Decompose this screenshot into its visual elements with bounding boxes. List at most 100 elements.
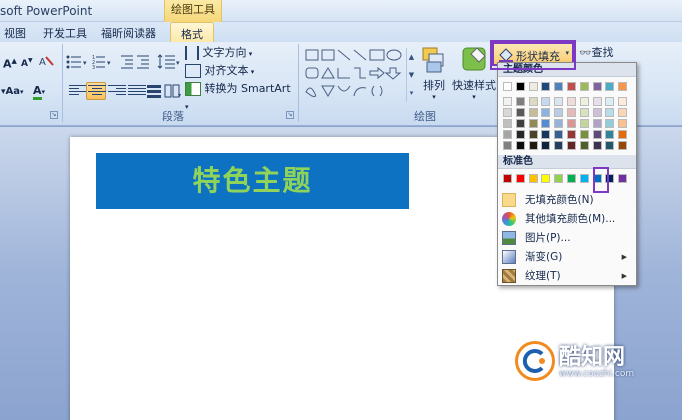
theme-shade-swatch[interactable] xyxy=(579,97,589,106)
columns-button[interactable]: ▾ xyxy=(162,82,184,100)
theme-shade-swatch[interactable] xyxy=(567,119,576,128)
font-dialog-launcher[interactable]: ↘ xyxy=(50,111,58,119)
convert-smartart-button[interactable]: 转换为 SmartArt ▾ xyxy=(184,80,296,111)
theme-shade-swatch[interactable] xyxy=(605,130,615,139)
bullets-button[interactable]: ▾ 1 2 3 ▾ xyxy=(64,52,116,71)
theme-shade-swatch[interactable] xyxy=(618,130,628,139)
theme-shade-swatch[interactable] xyxy=(515,97,525,106)
scroll-down-icon[interactable]: ▼ xyxy=(407,66,416,84)
align-right-button[interactable] xyxy=(106,82,126,100)
theme-shade-swatch[interactable] xyxy=(579,119,589,128)
theme-shade-swatch[interactable] xyxy=(605,108,615,117)
theme-shade-swatch[interactable] xyxy=(503,108,512,117)
theme-shade-swatch[interactable] xyxy=(528,108,538,117)
clear-format-button[interactable]: A xyxy=(37,52,57,70)
shrink-font-button[interactable]: A▼ xyxy=(20,52,36,70)
theme-shade-swatch[interactable] xyxy=(503,141,512,150)
standard-color-swatch[interactable] xyxy=(541,174,551,183)
theme-shade-swatch[interactable] xyxy=(503,97,512,106)
theme-shade-swatch[interactable] xyxy=(592,141,602,150)
standard-color-swatch[interactable] xyxy=(528,174,538,183)
picture-fill-item[interactable]: 图片(P)... xyxy=(499,229,635,247)
theme-color-swatch[interactable] xyxy=(567,82,576,91)
theme-shade-swatch[interactable] xyxy=(541,130,551,139)
theme-shade-swatch[interactable] xyxy=(515,119,525,128)
theme-shade-swatch[interactable] xyxy=(541,141,551,150)
theme-shade-swatch[interactable] xyxy=(618,141,628,150)
theme-shade-swatch[interactable] xyxy=(579,130,589,139)
theme-shade-swatch[interactable] xyxy=(515,130,525,139)
theme-shade-swatch[interactable] xyxy=(618,119,628,128)
standard-color-swatch[interactable] xyxy=(567,174,576,183)
no-fill-item[interactable]: 无填充颜色(N) xyxy=(499,191,635,209)
texture-fill-item[interactable]: 纹理(T) ▶ xyxy=(499,267,635,285)
text-direction-button[interactable]: 文字方向 ▾ xyxy=(184,44,258,62)
scroll-up-icon[interactable]: ▲ xyxy=(407,48,416,66)
paragraph-dialog-launcher[interactable]: ↘ xyxy=(286,111,294,119)
theme-color-swatch[interactable] xyxy=(541,82,551,91)
standard-color-swatch[interactable] xyxy=(579,174,589,183)
theme-color-swatch[interactable] xyxy=(515,82,525,91)
theme-shade-swatch[interactable] xyxy=(528,119,538,128)
standard-color-swatch[interactable] xyxy=(515,174,525,183)
tab-view[interactable]: 视图 xyxy=(4,25,26,41)
theme-shade-swatch[interactable] xyxy=(579,108,589,117)
theme-shade-swatch[interactable] xyxy=(541,97,551,106)
theme-shade-swatch[interactable] xyxy=(541,119,551,128)
gallery-more-icon[interactable]: ▾ xyxy=(407,84,416,102)
theme-shade-swatch[interactable] xyxy=(554,97,564,106)
theme-shade-swatch[interactable] xyxy=(605,97,615,106)
theme-shade-swatch[interactable] xyxy=(554,141,564,150)
theme-color-swatch[interactable] xyxy=(579,82,589,91)
align-left-button[interactable] xyxy=(66,82,87,100)
theme-shade-swatch[interactable] xyxy=(528,141,538,150)
grow-font-button[interactable]: A▲ xyxy=(2,52,20,71)
indent-buttons[interactable] xyxy=(118,52,154,70)
theme-shade-swatch[interactable] xyxy=(592,119,602,128)
shapes-gallery[interactable] xyxy=(304,48,404,102)
theme-color-swatch[interactable] xyxy=(592,82,602,91)
theme-color-swatch[interactable] xyxy=(605,82,615,91)
align-center-button[interactable] xyxy=(86,82,106,100)
change-case-button[interactable]: ▾Aa▾ xyxy=(0,82,30,100)
theme-shade-swatch[interactable] xyxy=(592,108,602,117)
theme-shade-swatch[interactable] xyxy=(567,97,576,106)
theme-shade-swatch[interactable] xyxy=(567,108,576,117)
theme-shade-swatch[interactable] xyxy=(554,130,564,139)
theme-shade-swatch[interactable] xyxy=(503,119,512,128)
theme-color-swatch[interactable] xyxy=(528,82,538,91)
tab-foxit-reader[interactable]: 福昕阅读器 xyxy=(101,25,156,41)
theme-shade-swatch[interactable] xyxy=(592,130,602,139)
theme-shade-swatch[interactable] xyxy=(605,119,615,128)
theme-shade-swatch[interactable] xyxy=(541,108,551,117)
theme-shade-swatch[interactable] xyxy=(592,97,602,106)
theme-shade-swatch[interactable] xyxy=(554,119,564,128)
theme-color-swatch[interactable] xyxy=(503,82,512,91)
theme-color-swatch[interactable] xyxy=(554,82,564,91)
theme-shade-swatch[interactable] xyxy=(567,130,576,139)
line-spacing-button[interactable]: ▾ xyxy=(156,52,182,70)
justify-button[interactable] xyxy=(126,82,146,100)
find-button[interactable]: 👓查找 xyxy=(578,44,622,62)
theme-shade-swatch[interactable] xyxy=(528,97,538,106)
theme-shade-swatch[interactable] xyxy=(515,108,525,117)
theme-shade-swatch[interactable] xyxy=(528,130,538,139)
arrange-button[interactable]: 排列 ▾ xyxy=(418,44,450,104)
tab-developer[interactable]: 开发工具 xyxy=(43,25,87,41)
align-text-button[interactable]: 对齐文本 ▾ xyxy=(184,62,258,80)
more-fill-colors-item[interactable]: 其他填充颜色(M)... xyxy=(499,210,635,228)
theme-shade-swatch[interactable] xyxy=(567,141,576,150)
slide-title-shape[interactable]: 特色主题 xyxy=(96,153,409,209)
theme-shade-swatch[interactable] xyxy=(605,141,615,150)
tab-format[interactable]: 格式 xyxy=(170,22,214,43)
standard-color-swatch[interactable] xyxy=(618,174,628,183)
theme-color-swatch[interactable] xyxy=(618,82,628,91)
theme-shade-swatch[interactable] xyxy=(579,141,589,150)
shapes-gallery-scroll[interactable]: ▲ ▼ ▾ xyxy=(406,48,416,102)
standard-color-swatch[interactable] xyxy=(554,174,564,183)
theme-shade-swatch[interactable] xyxy=(554,108,564,117)
theme-shade-swatch[interactable] xyxy=(618,108,628,117)
standard-color-swatch[interactable] xyxy=(503,174,512,183)
font-color-button[interactable]: A▾ xyxy=(32,82,56,100)
gradient-fill-item[interactable]: 渐变(G) ▶ xyxy=(499,248,635,266)
